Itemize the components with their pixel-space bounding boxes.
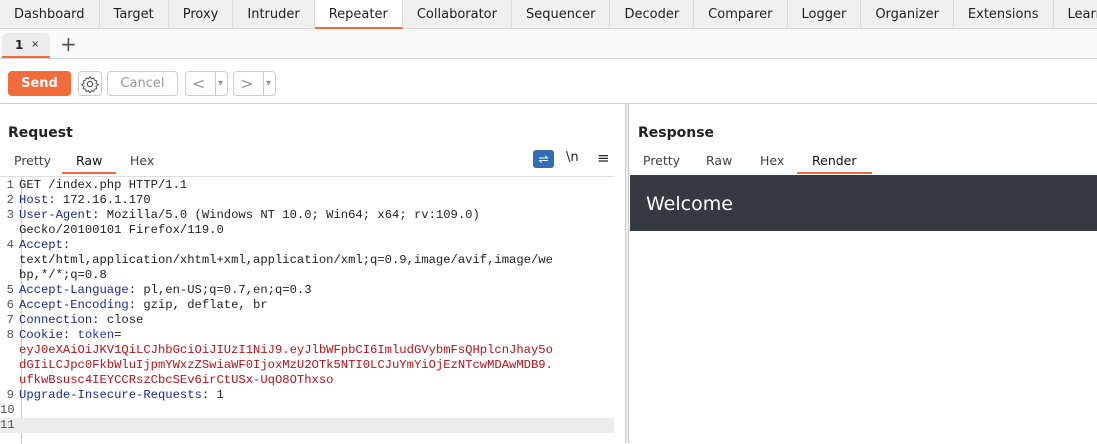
line-text: token: [77, 328, 115, 342]
cancel-button[interactable]: Cancel: [107, 71, 178, 96]
line-number: 10: [0, 403, 15, 417]
line-text: GET /index.php HTTP/1.1: [19, 178, 188, 192]
nav-tab-logger[interactable]: Logger: [788, 0, 862, 29]
request-tab-pretty[interactable]: Pretty: [0, 150, 65, 174]
request-title: Request: [8, 125, 73, 141]
editor-line: 6 Accept-Encoding: gzip, deflate, br: [0, 298, 614, 313]
line-number: 4: [6, 238, 14, 252]
request-tab-raw[interactable]: Raw: [62, 150, 117, 174]
send-button[interactable]: Send: [8, 71, 71, 96]
main-nav: Dashboard Target Proxy Intruder Repeater Coll…: [0, 0, 1097, 29]
header-name: Cookie: [19, 328, 63, 342]
repeater-tab-1[interactable]: 1 ×: [2, 33, 50, 58]
editor-line: dGIiLCJpc0FkbWluIjpmYWxzZSwiaWF0IjoxMzU2…: [0, 358, 614, 373]
editor-line: text/html,application/xhtml+xml,applicat…: [0, 253, 614, 268]
editor-line: eyJ0eXAiOiJKV1QiLCJhbGciOiJIUzI1NiJ9.eyJ…: [0, 343, 614, 358]
nav-tab-target[interactable]: Target: [100, 0, 169, 29]
line-number: 9: [6, 388, 14, 402]
editor-line: 4 Accept:: [0, 238, 614, 253]
nav-tab-proxy[interactable]: Proxy: [169, 0, 234, 29]
cookie-value: eyJ0eXAiOiJKV1QiLCJhbGciOiJIUzI1NiJ9.eyJ…: [19, 343, 553, 357]
line-text: Gecko/20100101 Firefox/119.0: [19, 223, 224, 237]
line-number: 5: [6, 283, 14, 297]
header-name: Accept-Language: [19, 283, 129, 297]
word-wrap-icon[interactable]: ⇌: [533, 150, 554, 168]
line-text: =: [114, 328, 122, 342]
back-dropdown-icon[interactable]: ▾: [215, 72, 223, 95]
forward-button[interactable]: > ▾: [233, 71, 276, 96]
nav-tab-comparer[interactable]: Comparer: [694, 0, 788, 29]
forward-dropdown-icon[interactable]: ▾: [263, 72, 271, 95]
nav-tab-decoder[interactable]: Decoder: [610, 0, 695, 29]
editor-line: 11: [0, 418, 614, 433]
add-tab-button[interactable]: +: [60, 32, 77, 56]
line-text: text/html,application/xhtml+xml,applicat…: [19, 253, 553, 267]
response-tab-hex[interactable]: Hex: [746, 150, 798, 174]
line-text: : 172.16.1.170: [48, 193, 151, 207]
back-icon: <: [192, 74, 206, 93]
header-name: Connection: [19, 313, 93, 327]
nav-tab-extensions[interactable]: Extensions: [954, 0, 1054, 29]
editor-line: Gecko/20100101 Firefox/119.0: [0, 223, 614, 238]
response-render-view: Welcome: [630, 175, 1097, 443]
response-tab-pretty[interactable]: Pretty: [629, 150, 694, 174]
nav-tab-learn[interactable]: Learn: [1054, 0, 1097, 29]
editor-line: 5 Accept-Language: pl,en-US;q=0.7,en;q=0.…: [0, 283, 614, 298]
nav-tab-repeater[interactable]: Repeater: [314, 0, 403, 29]
editor-line: 9 Upgrade-Insecure-Requests: 1: [0, 388, 614, 403]
nav-tab-intruder[interactable]: Intruder: [233, 0, 315, 29]
forward-icon: >: [240, 74, 254, 93]
editor-line: 3 User-Agent: Mozilla/5.0 (Windows NT 10.…: [0, 208, 614, 223]
nav-tab-organizer[interactable]: Organizer: [861, 0, 954, 29]
line-number: 6: [6, 298, 14, 312]
cookie-value: ufkwBsusc4IEYCCRszCbcSEv6irCtUSx-UqO8OTh…: [19, 373, 334, 387]
header-name: Host: [19, 193, 49, 207]
line-number: 11: [0, 418, 15, 432]
cookie-value: dGIiLCJpc0FkbWluIjpmYWxzZSwiaWF0IjoxMzU2…: [19, 358, 553, 372]
nav-tab-dashboard[interactable]: Dashboard: [0, 0, 100, 29]
divider: [0, 103, 1097, 104]
line-text: bp,*/*;q=0.8: [19, 268, 107, 282]
tab-label: 1: [15, 38, 24, 52]
header-name: Accept-Encoding: [19, 298, 129, 312]
line-text: :: [62, 328, 78, 342]
line-text: : close: [92, 313, 144, 327]
line-text: : 1: [201, 388, 224, 402]
line-number: 3: [6, 208, 14, 222]
line-number: 8: [6, 328, 14, 342]
editor-line: ufkwBsusc4IEYCCRszCbcSEv6irCtUSx-UqO8OTh…: [0, 373, 614, 388]
line-text: : Mozilla/5.0 (Windows NT 10.0; Win64; x…: [92, 208, 480, 222]
nav-tab-collaborator[interactable]: Collaborator: [403, 0, 512, 29]
close-icon[interactable]: ×: [31, 39, 39, 50]
render-heading: Welcome: [630, 175, 1097, 231]
header-name: Accept: [19, 238, 63, 252]
line-text: : pl,en-US;q=0.7,en;q=0.3: [128, 283, 312, 297]
response-tab-raw[interactable]: Raw: [692, 150, 746, 174]
response-tab-render[interactable]: Render: [797, 150, 872, 174]
line-text: : gzip, deflate, br: [128, 298, 268, 312]
request-editor[interactable]: 1 GET /index.php HTTP/1.1 2 Host: 172.16.1.…: [0, 176, 614, 444]
editor-line: 7 Connection: close: [0, 313, 614, 328]
back-button[interactable]: < ▾: [185, 71, 228, 96]
header-name: Upgrade-Insecure-Requests: [19, 388, 202, 402]
header-name: User-Agent: [19, 208, 93, 222]
settings-gear-icon[interactable]: [78, 71, 102, 96]
editor-line: 10: [0, 403, 614, 418]
line-number: 1: [6, 178, 14, 192]
editor-line: bp,*/*;q=0.8: [0, 268, 614, 283]
menu-icon[interactable]: ≡: [597, 149, 610, 167]
repeater-tab-row: 1 × +: [0, 30, 1097, 59]
editor-line: 8 Cookie: token=: [0, 328, 614, 343]
newline-toggle[interactable]: \n: [566, 150, 579, 165]
request-tab-hex[interactable]: Hex: [116, 150, 168, 174]
nav-tab-sequencer[interactable]: Sequencer: [512, 0, 611, 29]
line-number: 7: [6, 313, 14, 327]
editor-line: 2 Host: 172.16.1.170: [0, 193, 614, 208]
line-text: :: [62, 238, 71, 252]
line-number: 2: [6, 193, 14, 207]
editor-line: 1 GET /index.php HTTP/1.1: [0, 178, 614, 193]
response-title: Response: [638, 125, 715, 141]
